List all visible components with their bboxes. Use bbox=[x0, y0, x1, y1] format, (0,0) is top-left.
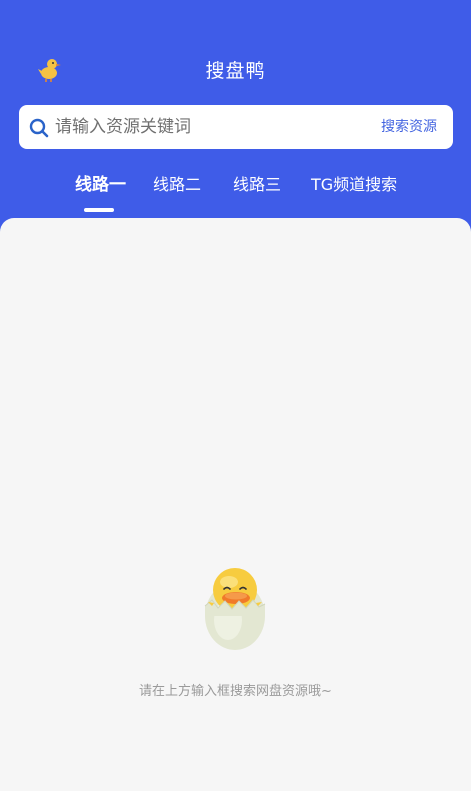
app-title: 搜盘鸭 bbox=[205, 60, 266, 82]
tab-line-2[interactable]: 线路二 bbox=[153, 170, 201, 200]
header-bar: 搜盘鸭 搜索资源 线路一 线路二 线路三 TG频道搜索 bbox=[0, 0, 471, 240]
active-tab-indicator bbox=[84, 208, 114, 212]
tab-line-1[interactable]: 线路一 bbox=[75, 170, 126, 200]
search-button[interactable]: 搜索资源 bbox=[381, 105, 437, 149]
search-bar: 搜索资源 bbox=[19, 105, 453, 149]
tab-bar: 线路一 线路二 线路三 TG频道搜索 bbox=[0, 170, 471, 214]
empty-state-message: 请在上方输入框搜索网盘资源哦~ bbox=[139, 684, 332, 699]
duck-in-egg-illustration bbox=[204, 568, 266, 650]
search-icon bbox=[29, 118, 49, 138]
tab-line-3[interactable]: 线路三 bbox=[233, 170, 281, 200]
search-input[interactable] bbox=[55, 105, 355, 149]
tab-tg-channel-search[interactable]: TG频道搜索 bbox=[311, 170, 397, 200]
results-panel: 请在上方输入框搜索网盘资源哦~ bbox=[0, 218, 471, 791]
